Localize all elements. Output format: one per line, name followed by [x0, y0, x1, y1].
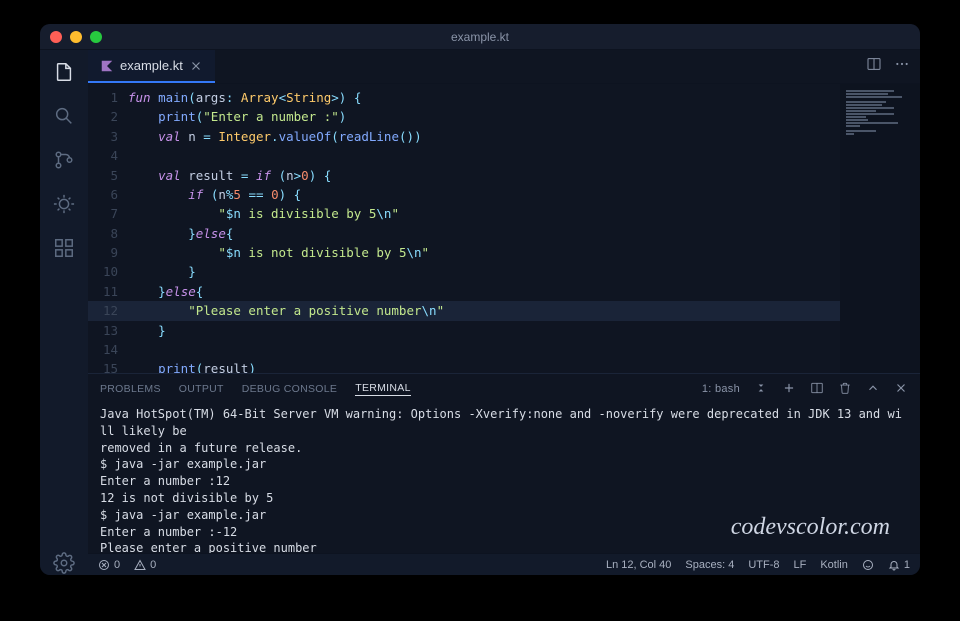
tab-problems[interactable]: PROBLEMS: [100, 383, 161, 395]
status-encoding[interactable]: UTF-8: [748, 559, 779, 571]
window-title: example.kt: [451, 30, 509, 44]
code-line: 10 }: [88, 262, 840, 281]
search-icon[interactable]: [52, 104, 76, 128]
code-line: 1fun main(args: Array<String>) {: [88, 88, 840, 107]
status-spaces[interactable]: Spaces: 4: [685, 559, 734, 571]
code-line: 15 print(result): [88, 359, 840, 373]
debug-icon[interactable]: [52, 192, 76, 216]
close-icon[interactable]: [189, 59, 203, 73]
trash-icon[interactable]: [838, 381, 852, 398]
close-window-icon[interactable]: [50, 31, 62, 43]
split-editor-icon[interactable]: [866, 56, 882, 77]
explorer-icon[interactable]: [52, 60, 76, 84]
editor-actions: [866, 50, 920, 83]
editor-wrap: 1fun main(args: Array<String>) {2 print(…: [88, 84, 920, 373]
gear-icon[interactable]: [52, 551, 76, 575]
bottom-panel: PROBLEMS OUTPUT DEBUG CONSOLE TERMINAL 1…: [88, 373, 920, 553]
code-line: 6 if (n%5 == 0) {: [88, 185, 840, 204]
status-bell-count: 1: [904, 559, 910, 571]
main-area: example.kt 1fun main(args: Array<String>…: [40, 50, 920, 575]
tab-label: example.kt: [120, 58, 183, 73]
status-errors[interactable]: 0: [98, 559, 120, 571]
tab-example-kt[interactable]: example.kt: [88, 50, 215, 83]
source-control-icon[interactable]: [52, 148, 76, 172]
dropdown-icon[interactable]: [754, 381, 768, 398]
plus-icon[interactable]: [782, 381, 796, 398]
status-warnings-count: 0: [150, 559, 156, 571]
close-panel-icon[interactable]: [894, 381, 908, 398]
activity-bar: [40, 50, 88, 575]
code-line: 3 val n = Integer.valueOf(readLine()): [88, 127, 840, 146]
tab-output[interactable]: OUTPUT: [179, 383, 224, 395]
code-line: 9 "$n is not divisible by 5\n": [88, 243, 840, 262]
code-line: 5 val result = if (n>0) {: [88, 166, 840, 185]
status-feedback-icon[interactable]: [862, 559, 874, 571]
editor-window: example.kt: [40, 24, 920, 575]
more-icon[interactable]: [894, 56, 910, 77]
kotlin-file-icon: [100, 59, 114, 73]
status-cursor[interactable]: Ln 12, Col 40: [606, 559, 671, 571]
code-line: 7 "$n is divisible by 5\n": [88, 204, 840, 223]
status-errors-count: 0: [114, 559, 120, 571]
window-controls: [50, 31, 102, 43]
status-warnings[interactable]: 0: [134, 559, 156, 571]
code-line: 14: [88, 340, 840, 359]
tab-debug-console[interactable]: DEBUG CONSOLE: [242, 383, 338, 395]
terminal-selector[interactable]: 1: bash: [702, 383, 740, 395]
minimize-window-icon[interactable]: [70, 31, 82, 43]
code-line: 12 "Please enter a positive number\n": [88, 301, 840, 320]
code-line: 4: [88, 146, 840, 165]
minimap[interactable]: [840, 84, 920, 373]
code-line: 8 }else{: [88, 224, 840, 243]
terminal[interactable]: Java HotSpot(TM) 64-Bit Server VM warnin…: [88, 404, 920, 553]
editor-group: example.kt 1fun main(args: Array<String>…: [88, 50, 920, 575]
code-editor[interactable]: 1fun main(args: Array<String>) {2 print(…: [88, 84, 840, 373]
code-line: 11 }else{: [88, 282, 840, 301]
maximize-window-icon[interactable]: [90, 31, 102, 43]
split-terminal-icon[interactable]: [810, 381, 824, 398]
status-bell[interactable]: 1: [888, 559, 910, 571]
tab-bar: example.kt: [88, 50, 920, 84]
code-line: 2 print("Enter a number :"): [88, 107, 840, 126]
status-language[interactable]: Kotlin: [820, 559, 848, 571]
tab-terminal[interactable]: TERMINAL: [355, 382, 411, 396]
status-eol[interactable]: LF: [794, 559, 807, 571]
extensions-icon[interactable]: [52, 236, 76, 260]
panel-tabs: PROBLEMS OUTPUT DEBUG CONSOLE TERMINAL 1…: [88, 374, 920, 404]
code-line: 13 }: [88, 321, 840, 340]
chevron-up-icon[interactable]: [866, 381, 880, 398]
status-bar: 0 0 Ln 12, Col 40 Spaces: 4 UTF-8 LF Kot…: [88, 553, 920, 575]
titlebar: example.kt: [40, 24, 920, 50]
